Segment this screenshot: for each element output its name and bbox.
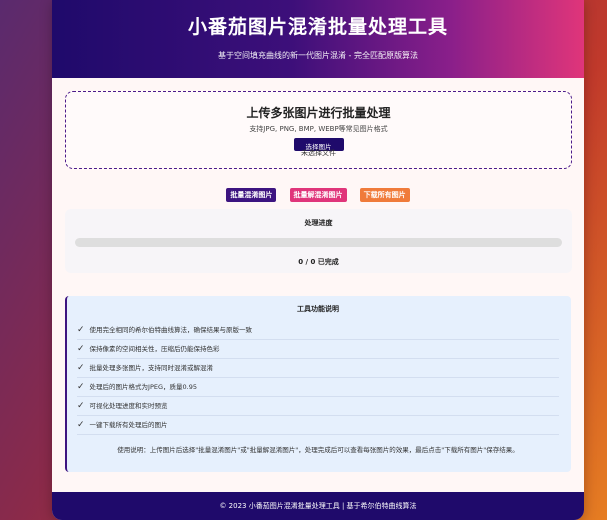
upload-title: 上传多张图片进行批量处理: [246, 106, 391, 120]
no-file-label: 未选择文件: [301, 149, 336, 157]
list-item: ✓ 使用完全相同的希尔伯特曲线算法，确保结果与原版一致: [77, 321, 559, 340]
footer: © 2023 小番茄图片混淆批量处理工具 | 基于希尔伯特曲线算法: [52, 492, 584, 520]
check-icon: ✓: [77, 420, 85, 430]
info-title: 工具功能说明: [297, 305, 339, 313]
progress-bar: [75, 238, 562, 247]
list-item: ✓ 保持像素的空间相关性，压缩后仍能保持色彩: [77, 340, 559, 359]
check-icon: ✓: [77, 401, 85, 411]
usage-instructions: 使用说明：上传图片后选择"批量混淆图片"或"批量解混淆图片"，处理完成后可以查看…: [117, 446, 519, 454]
check-icon: ✓: [77, 325, 85, 335]
check-icon: ✓: [77, 363, 85, 373]
list-item: ✓ 处理后的图片格式为JPEG，质量0.95: [77, 378, 559, 397]
check-icon: ✓: [77, 344, 85, 354]
check-icon: ✓: [77, 382, 85, 392]
app-card: 小番茄图片混淆批量处理工具 基于空间填充曲线的新一代图片混淆 - 完全匹配原版算…: [52, 0, 584, 520]
upload-dropzone[interactable]: 上传多张图片进行批量处理 支持JPG, PNG, BMP, WEBP等常见图片格…: [65, 91, 572, 169]
upload-formats: 支持JPG, PNG, BMP, WEBP等常见图片格式: [249, 125, 388, 133]
list-item: ✓ 一键下载所有处理后的图片: [77, 416, 559, 435]
page-title: 小番茄图片混淆批量处理工具: [187, 16, 448, 38]
header: 小番茄图片混淆批量处理工具 基于空间填充曲线的新一代图片混淆 - 完全匹配原版算…: [52, 0, 584, 78]
feature-list: ✓ 使用完全相同的希尔伯特曲线算法，确保结果与原版一致 ✓ 保持像素的空间相关性，压…: [77, 321, 559, 435]
batch-deobfuscate-button[interactable]: 批量解混淆图片: [289, 188, 347, 202]
list-item: ✓ 批量处理多张图片，支持同时混淆或解混淆: [77, 359, 559, 378]
page-subtitle: 基于空间填充曲线的新一代图片混淆 - 完全匹配原版算法: [218, 51, 418, 60]
progress-status: 0 / 0 已完成: [298, 258, 339, 266]
action-bar: 批量混淆图片 批量解混淆图片 下载所有图片: [52, 182, 584, 202]
list-item: ✓ 可视化处理进度和实时预览: [77, 397, 559, 416]
feature-info-panel: 工具功能说明 ✓ 使用完全相同的希尔伯特曲线算法，确保结果与原版一致 ✓ 保持像素的…: [65, 296, 571, 472]
progress-section: 处理进度 0 / 0 已完成: [65, 209, 572, 273]
batch-obfuscate-button[interactable]: 批量混淆图片: [226, 188, 277, 202]
progress-title: 处理进度: [304, 219, 333, 227]
download-all-button[interactable]: 下载所有图片: [359, 188, 410, 202]
